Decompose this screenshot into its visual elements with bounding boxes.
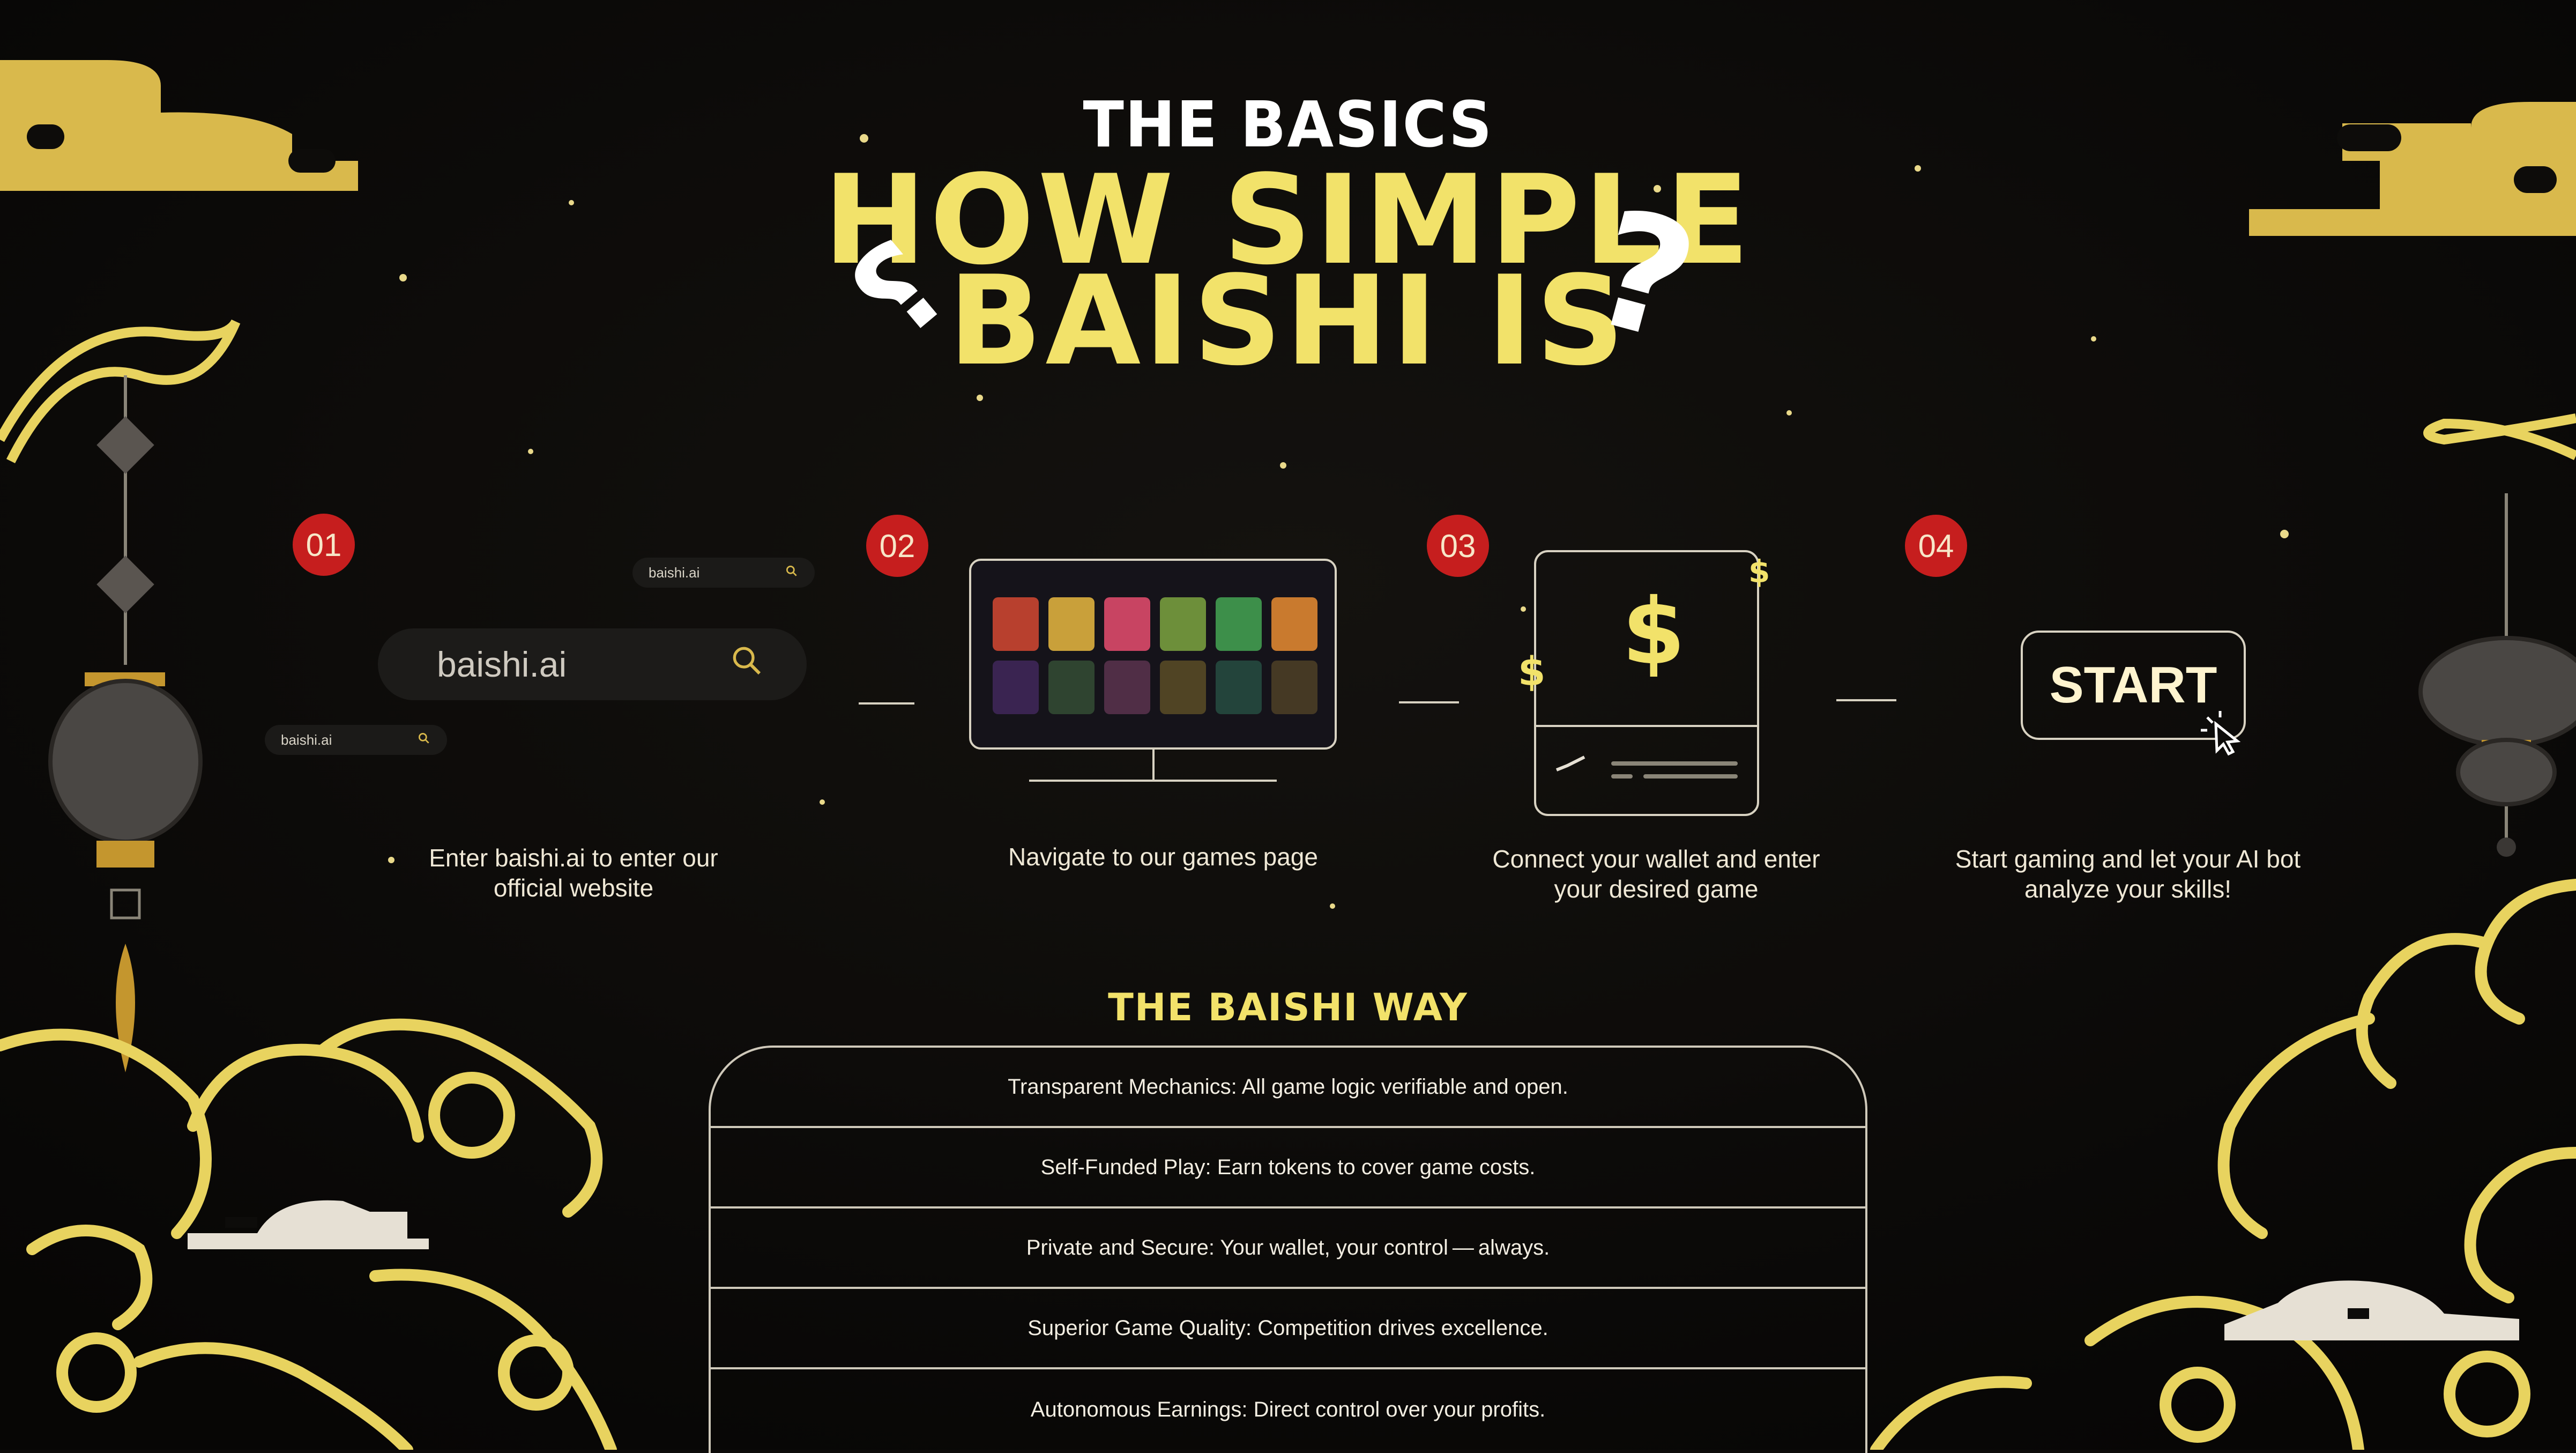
step-caption-02: Navigate to our games page [911,842,1415,872]
table-row: Autonomous Earnings: Direct control over… [1030,1397,1546,1421]
baishi-way-table: Transparent Mechanics: All game logic ve… [709,1046,1867,1453]
game-tile [1216,597,1262,651]
step-caption-01: Enter baishi.ai to enter our official we… [370,843,777,903]
start-button-label: START [2049,656,2217,714]
monitor-stand [1152,750,1155,781]
dollar-icon: $ [1748,553,1770,590]
search-bar-text: baishi.ai [281,731,332,748]
dollar-icon: $ [1622,579,1686,685]
search-bar-text: baishi.ai [649,564,700,581]
step-connector [1836,699,1896,701]
step-badge-03: 03 [1427,515,1489,577]
check-icon [1555,755,1585,772]
caption-line: official website [493,874,654,902]
wallet-line [1643,774,1738,779]
step-badge-04: 04 [1905,515,1967,577]
game-tile [1048,661,1095,714]
step-caption-03: Connect your wallet and enter your desir… [1415,844,1897,904]
game-tile [1048,597,1095,651]
game-tile [1104,597,1150,651]
game-tile [1271,661,1317,714]
step-badge-01: 01 [293,514,355,576]
caption-line: analyze your skills! [2024,875,2232,903]
step-caption-04: Start gaming and let your AI bot analyze… [1887,844,2369,904]
caption-line: Start gaming and let your AI bot [1955,845,2301,873]
game-grid [993,597,1317,714]
monitor-base [1029,780,1277,782]
headline-line-2: BAISHI IS [948,250,1628,393]
game-tile [1160,661,1206,714]
step-connector [1399,701,1459,703]
search-input[interactable]: baishi.ai [437,644,567,685]
table-row: Self-Funded Play: Earn tokens to cover g… [711,1128,1865,1209]
caption-line: Navigate to our games page [1008,843,1318,871]
cursor-icon [2201,711,2241,756]
caption-line: your desired game [1554,875,1759,903]
game-tile [993,661,1039,714]
baishi-way-title: THE BAISHI WAY [1108,985,1468,1029]
wallet-line [1611,774,1633,779]
search-icon [417,731,431,749]
game-tile [1160,597,1206,651]
caption-line: Connect your wallet and enter [1492,845,1820,873]
search-bar-mini[interactable]: baishi.ai [265,725,447,755]
step-connector [859,702,914,705]
search-icon [785,564,799,582]
game-tile [1271,597,1317,651]
search-icon[interactable] [729,643,764,686]
search-bar[interactable]: baishi.ai [378,628,807,700]
game-tile [1104,661,1150,714]
game-tile [1216,661,1262,714]
search-bar-mini[interactable]: baishi.ai [632,558,815,588]
wallet-divider [1536,725,1757,727]
wallet-card: $ [1534,550,1759,816]
table-row: Superior Game Quality: Competition drive… [711,1289,1865,1369]
games-page-monitor [969,559,1337,750]
dollar-icon: $ [1518,649,1546,695]
table-row: Private and Secure: Your wallet, your co… [711,1209,1865,1289]
table-row: Transparent Mechanics: All game logic ve… [711,1048,1865,1128]
step-badge-02: 02 [866,515,928,577]
caption-line: Enter baishi.ai to enter our [429,844,718,872]
wallet-line [1611,761,1738,766]
game-tile [993,597,1039,651]
